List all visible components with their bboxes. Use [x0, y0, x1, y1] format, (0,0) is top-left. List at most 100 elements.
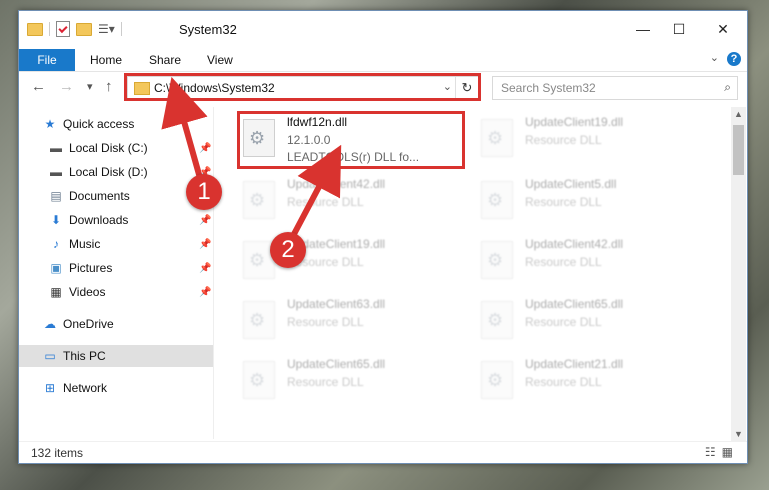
pin-icon[interactable]: 📌	[199, 263, 211, 274]
pin-icon[interactable]: 📌	[199, 143, 211, 154]
sidebar-item-label: Videos	[69, 285, 106, 299]
maximize-button[interactable]: ☐	[665, 17, 693, 41]
file-description: Resource DLL	[287, 195, 364, 209]
dll-file-icon	[481, 301, 513, 339]
drive-icon: ▬	[50, 165, 62, 179]
file-description: Resource DLL	[525, 195, 602, 209]
sidebar-item-label: Network	[63, 381, 108, 395]
tab-view[interactable]: View	[207, 49, 233, 71]
file-item[interactable]: UpdateClient5.dll Resource DLL	[477, 175, 703, 231]
cloud-icon: ☁	[44, 317, 56, 331]
dll-file-icon	[243, 361, 275, 399]
dll-file-icon	[481, 181, 513, 219]
search-icon[interactable]: ⌕	[724, 80, 731, 95]
sidebar-item-label: This PC	[63, 349, 106, 363]
file-description: Resource DLL	[287, 315, 364, 329]
properties-icon[interactable]	[56, 21, 70, 37]
divider	[49, 22, 50, 36]
tab-home[interactable]: Home	[90, 49, 122, 71]
pin-icon[interactable]: 📌	[199, 287, 211, 298]
sidebar-item-label: Documents	[69, 189, 130, 203]
back-button[interactable]: ←	[31, 78, 46, 95]
file-item[interactable]: UpdateClient42.dll Resource DLL	[477, 235, 703, 291]
sidebar-item-network[interactable]: ⊞ Network	[43, 377, 107, 399]
callout-2: 2	[270, 232, 306, 268]
videos-icon: ▦	[50, 285, 62, 299]
sidebar-item-label: OneDrive	[63, 317, 114, 331]
sidebar-item-downloads[interactable]: ⬇ Downloads	[49, 209, 128, 231]
search-placeholder: Search System32	[501, 81, 596, 95]
sidebar-item-label: Local Disk (D:)	[69, 165, 148, 179]
customize-toolbar-icon[interactable]: ☰▾	[98, 22, 115, 36]
item-count: 132 items	[31, 446, 84, 460]
file-item[interactable]: UpdateClient63.dll Resource DLL	[239, 295, 465, 351]
documents-icon: ▤	[50, 189, 62, 203]
file-highlight	[237, 111, 465, 169]
minimize-button[interactable]: —	[629, 17, 657, 41]
sidebar-item-quick-access[interactable]: ★ Quick access	[43, 113, 135, 135]
sidebar-item-pictures[interactable]: ▣ Pictures	[49, 257, 112, 279]
tab-file[interactable]: File	[19, 49, 75, 71]
file-name: UpdateClient5.dll	[525, 177, 617, 191]
file-description: Resource DLL	[525, 255, 602, 269]
file-item[interactable]: UpdateClient19.dll Resource DLL	[477, 113, 703, 169]
sidebar-item-videos[interactable]: ▦ Videos	[49, 281, 105, 303]
view-toggle-icons[interactable]: ☷▦	[705, 445, 739, 459]
pin-icon[interactable]: 📌	[199, 215, 211, 226]
dll-file-icon	[481, 241, 513, 279]
file-name: UpdateClient42.dll	[525, 237, 624, 251]
file-item[interactable]: UpdateClient65.dll Resource DLL	[239, 355, 465, 411]
file-item[interactable]: UpdateClient21.dll Resource DLL	[477, 355, 703, 411]
title-bar: ☰▾ System32 — ☐ ✕	[19, 11, 747, 49]
dll-file-icon	[481, 119, 513, 157]
star-icon: ★	[44, 117, 56, 131]
search-input[interactable]: Search System32 ⌕	[492, 76, 738, 100]
file-description: Resource DLL	[287, 375, 364, 389]
window-title: System32	[179, 22, 237, 37]
divider	[120, 22, 122, 36]
dll-file-icon	[243, 181, 275, 219]
pictures-icon: ▣	[50, 261, 62, 275]
sidebar-item-local-disk-d[interactable]: ▬ Local Disk (D:)	[49, 161, 148, 183]
quick-access-toolbar: ☰▾	[27, 21, 122, 37]
pin-icon[interactable]: 📌	[199, 239, 211, 250]
expand-ribbon-icon[interactable]: ⌄	[710, 51, 719, 64]
file-item[interactable]: UpdateClient42.dll Resource DLL	[239, 175, 465, 231]
file-name: UpdateClient19.dll	[525, 115, 624, 129]
status-bar: 132 items ☷▦	[19, 441, 747, 464]
scroll-up-icon[interactable]: ▲	[731, 107, 746, 121]
dll-file-icon	[481, 361, 513, 399]
drive-icon: ▬	[50, 141, 62, 155]
file-name: UpdateClient65.dll	[525, 297, 624, 311]
sidebar-item-label: Downloads	[69, 213, 129, 227]
sidebar-item-label: Pictures	[69, 261, 113, 275]
help-icon[interactable]: ?	[727, 52, 741, 66]
scrollbar-thumb[interactable]	[733, 125, 744, 175]
sidebar-item-label: Local Disk (C:)	[69, 141, 148, 155]
file-name: UpdateClient65.dll	[287, 357, 386, 371]
file-description: Resource DLL	[525, 375, 602, 389]
file-name: UpdateClient42.dll	[287, 177, 386, 191]
file-item[interactable]: UpdateClient65.dll Resource DLL	[477, 295, 703, 351]
explorer-window: ☰▾ System32 — ☐ ✕ File Home Share View ⌄…	[18, 10, 748, 464]
computer-icon: ▭	[44, 349, 56, 363]
forward-button[interactable]: →	[59, 78, 74, 95]
callout-1: 1	[186, 174, 222, 210]
address-highlight	[124, 73, 481, 101]
new-folder-icon[interactable]	[76, 22, 92, 36]
sidebar-item-local-disk-c[interactable]: ▬ Local Disk (C:)	[49, 137, 148, 159]
dll-file-icon	[243, 301, 275, 339]
file-description: Resource DLL	[525, 315, 602, 329]
sidebar-item-this-pc[interactable]: ▭ This PC	[43, 345, 106, 367]
navigation-pane: ★ Quick access ▬ Local Disk (C:) 📌 ▬ Local …	[19, 107, 214, 439]
recent-locations-button[interactable]: ▾	[87, 80, 93, 93]
vertical-scrollbar[interactable]: ▲ ▼	[731, 107, 746, 441]
sidebar-item-onedrive[interactable]: ☁ OneDrive	[43, 313, 114, 335]
close-button[interactable]: ✕	[709, 17, 737, 41]
downloads-icon: ⬇	[50, 213, 62, 227]
scroll-down-icon[interactable]: ▼	[731, 427, 746, 441]
tab-share[interactable]: Share	[149, 49, 181, 71]
up-button[interactable]: ↑	[105, 78, 113, 95]
sidebar-item-music[interactable]: ♪ Music	[49, 233, 100, 255]
sidebar-item-documents[interactable]: ▤ Documents	[49, 185, 130, 207]
